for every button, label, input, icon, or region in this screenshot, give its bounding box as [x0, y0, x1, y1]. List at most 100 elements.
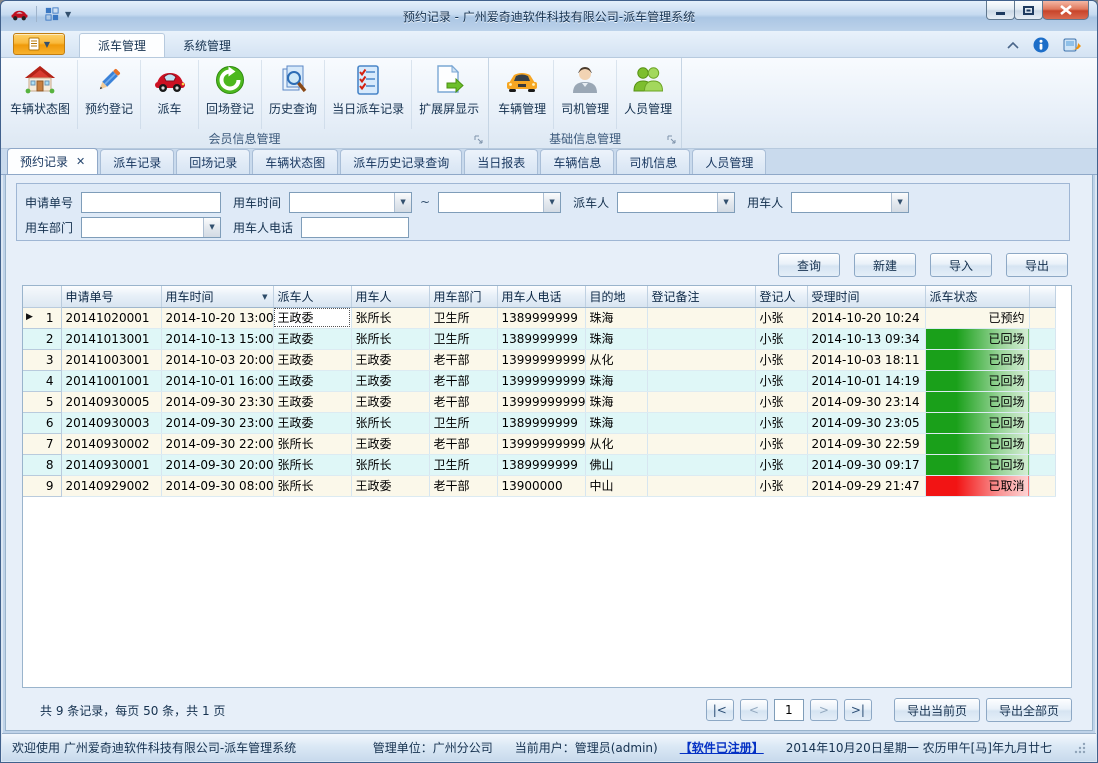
column-header[interactable]: 受理时间: [807, 286, 925, 307]
maximize-button[interactable]: [1014, 1, 1043, 20]
table-cell[interactable]: [647, 391, 755, 412]
table-cell[interactable]: 2014-10-01 14:19: [807, 370, 925, 391]
table-cell[interactable]: 珠海: [585, 307, 647, 328]
table-cell[interactable]: [647, 349, 755, 370]
ribbon-button-vehicle-mgmt[interactable]: 车辆管理: [491, 60, 554, 129]
column-header[interactable]: 派车人: [273, 286, 351, 307]
row-selector[interactable]: 8: [23, 454, 61, 475]
column-header[interactable]: 登记备注: [647, 286, 755, 307]
table-cell[interactable]: 老干部: [429, 370, 497, 391]
row-selector[interactable]: 9: [23, 475, 61, 496]
table-cell[interactable]: 老干部: [429, 433, 497, 454]
table-cell[interactable]: 珠海: [585, 370, 647, 391]
table-row[interactable]: 9201409290022014-09-30 08:00张所长王政委老干部139…: [23, 475, 1055, 496]
table-cell[interactable]: 2014-09-30 20:00: [161, 454, 273, 475]
status-cell[interactable]: 已回场: [925, 370, 1029, 391]
minimize-button[interactable]: [986, 1, 1015, 20]
table-cell[interactable]: 2014-10-13 15:00: [161, 328, 273, 349]
table-cell[interactable]: 王政委: [351, 475, 429, 496]
table-cell[interactable]: 珠海: [585, 328, 647, 349]
table-cell[interactable]: 13999999999: [497, 370, 585, 391]
user-phone-input[interactable]: [301, 217, 409, 238]
table-cell[interactable]: 1389999999: [497, 454, 585, 475]
table-cell[interactable]: [647, 475, 755, 496]
page-number-input[interactable]: [774, 699, 804, 721]
combo-arrow-icon[interactable]: ▼: [394, 193, 411, 212]
status-cell[interactable]: 已回场: [925, 454, 1029, 475]
table-cell[interactable]: 20140929002: [61, 475, 161, 496]
table-cell[interactable]: [647, 412, 755, 433]
column-header[interactable]: 用车时间▼: [161, 286, 273, 307]
table-cell[interactable]: 小张: [755, 433, 807, 454]
status-cell[interactable]: 已回场: [925, 412, 1029, 433]
close-tab-icon[interactable]: ✕: [76, 155, 85, 168]
table-row[interactable]: 3201410030012014-10-03 20:00王政委王政委老干部139…: [23, 349, 1055, 370]
collapse-ribbon-icon[interactable]: [1007, 41, 1019, 49]
close-button[interactable]: [1042, 1, 1089, 20]
table-cell[interactable]: 珠海: [585, 412, 647, 433]
doc-tab-reservation-records[interactable]: 预约记录 ✕: [7, 148, 98, 174]
table-cell[interactable]: 2014-10-20 10:24: [807, 307, 925, 328]
column-header[interactable]: 用车人: [351, 286, 429, 307]
table-cell[interactable]: 2014-10-13 09:34: [807, 328, 925, 349]
prev-page-button[interactable]: <: [740, 699, 768, 721]
table-cell[interactable]: 王政委: [351, 391, 429, 412]
table-cell[interactable]: 小张: [755, 349, 807, 370]
column-header[interactable]: 用车人电话: [497, 286, 585, 307]
table-row[interactable]: 8201409300012014-09-30 20:00张所长张所长卫生所138…: [23, 454, 1055, 475]
table-cell[interactable]: 小张: [755, 370, 807, 391]
next-page-button[interactable]: >: [810, 699, 838, 721]
table-cell[interactable]: 中山: [585, 475, 647, 496]
table-cell[interactable]: 佛山: [585, 454, 647, 475]
first-page-button[interactable]: |<: [706, 699, 734, 721]
table-cell[interactable]: 从化: [585, 433, 647, 454]
table-cell[interactable]: 卫生所: [429, 412, 497, 433]
new-button[interactable]: 新建: [854, 253, 916, 277]
table-cell[interactable]: 老干部: [429, 391, 497, 412]
table-cell[interactable]: [647, 433, 755, 454]
table-cell[interactable]: 王政委: [351, 349, 429, 370]
table-cell[interactable]: 王政委: [273, 307, 351, 328]
table-cell[interactable]: 老干部: [429, 349, 497, 370]
table-cell[interactable]: 2014-10-03 20:00: [161, 349, 273, 370]
table-cell[interactable]: 1389999999: [497, 412, 585, 433]
table-cell[interactable]: 小张: [755, 307, 807, 328]
table-cell[interactable]: 2014-09-30 23:30: [161, 391, 273, 412]
table-cell[interactable]: 小张: [755, 412, 807, 433]
table-cell[interactable]: 2014-10-01 16:00: [161, 370, 273, 391]
doc-tab-driver-info[interactable]: 司机信息: [616, 149, 690, 174]
table-cell[interactable]: [647, 328, 755, 349]
table-cell[interactable]: 13999999999: [497, 391, 585, 412]
dialog-launcher-icon[interactable]: [667, 135, 676, 144]
row-selector[interactable]: 2: [23, 328, 61, 349]
column-header[interactable]: 申请单号: [61, 286, 161, 307]
status-cell[interactable]: 已回场: [925, 391, 1029, 412]
table-cell[interactable]: 20141003001: [61, 349, 161, 370]
ribbon-button-today-records[interactable]: 当日派车记录: [325, 60, 412, 129]
combo-arrow-icon[interactable]: ▼: [717, 193, 734, 212]
table-cell[interactable]: 2014-09-30 23:05: [807, 412, 925, 433]
doc-tab-daily-report[interactable]: 当日报表: [464, 149, 538, 174]
about-icon[interactable]: [1063, 37, 1081, 53]
department-combo[interactable]: ▼: [81, 217, 221, 238]
ribbon-tab-system[interactable]: 系统管理: [165, 33, 249, 57]
app-menu-button[interactable]: ▼: [13, 33, 65, 55]
license-status-link[interactable]: 【软件已注册】: [680, 739, 764, 756]
table-cell[interactable]: 老干部: [429, 475, 497, 496]
table-cell[interactable]: [647, 370, 755, 391]
status-cell[interactable]: 已取消: [925, 475, 1029, 496]
table-cell[interactable]: 王政委: [273, 391, 351, 412]
table-cell[interactable]: 从化: [585, 349, 647, 370]
last-page-button[interactable]: >|: [844, 699, 872, 721]
doc-tab-dispatch-records[interactable]: 派车记录: [100, 149, 174, 174]
table-row[interactable]: 6201409300032014-09-30 23:00王政委张所长卫生所138…: [23, 412, 1055, 433]
table-cell[interactable]: 珠海: [585, 391, 647, 412]
table-cell[interactable]: 2014-09-30 23:00: [161, 412, 273, 433]
row-selector[interactable]: 4: [23, 370, 61, 391]
combo-arrow-icon[interactable]: ▼: [543, 193, 560, 212]
table-cell[interactable]: 1389999999: [497, 328, 585, 349]
ribbon-button-reservation[interactable]: 预约登记: [78, 60, 141, 129]
table-cell[interactable]: 2014-09-30 23:14: [807, 391, 925, 412]
table-row[interactable]: ▶1201410200012014-10-20 13:00王政委张所长卫生所13…: [23, 307, 1055, 328]
table-cell[interactable]: 王政委: [273, 370, 351, 391]
